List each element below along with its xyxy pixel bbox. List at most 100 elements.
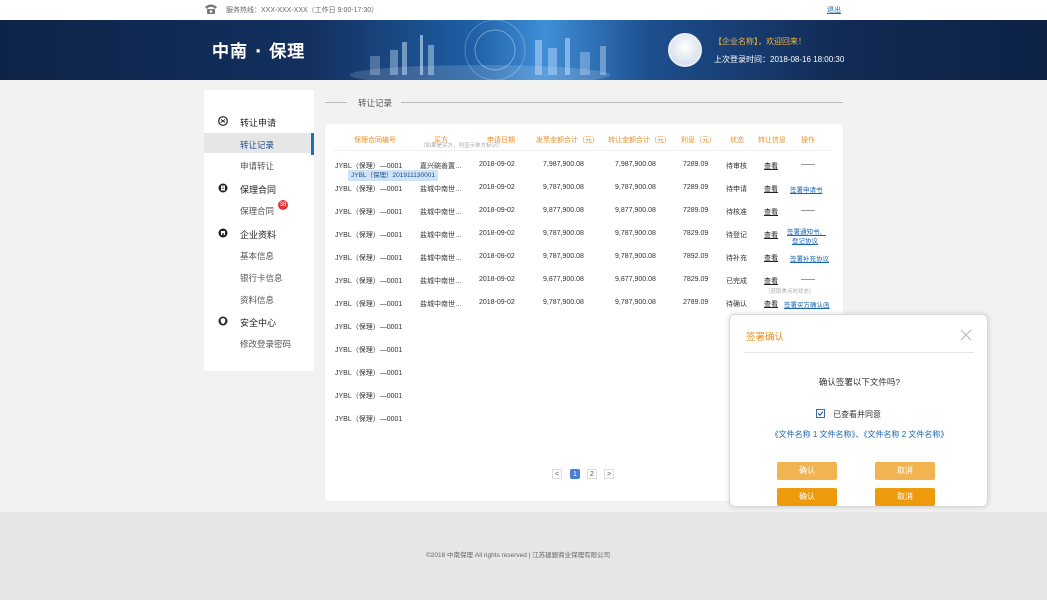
column-header-action: 操作: [801, 137, 815, 144]
pagination-page-1[interactable]: 1: [570, 469, 580, 479]
cell-interest: 7289.09: [683, 207, 709, 214]
pagination-next-button[interactable]: >: [604, 469, 614, 479]
last-login-time: 上次登录时间：2018-08-16 18:00:30: [714, 55, 845, 64]
column-header-interest: 利息（元）: [681, 137, 716, 144]
brand-logo[interactable]: 中南 · 保理: [212, 37, 305, 62]
page-title: 转让记录: [358, 98, 393, 108]
view-link[interactable]: 查看: [764, 230, 778, 240]
cell-invoice-total: 9,877,900.08: [543, 207, 584, 214]
column-header-status: 状态: [730, 137, 744, 144]
view-link[interactable]: 查看: [764, 207, 778, 217]
cell-invoice-total: 9,877,900.08: [543, 276, 584, 283]
cell-interest: 7289.09: [683, 161, 709, 168]
cell-status: 待核准: [726, 209, 747, 216]
cell-transfer-total: 9,787,900.08: [615, 253, 656, 260]
cell-status: 待登记: [726, 232, 747, 239]
cell-contract-id: JYBL（保理）—0001: [335, 301, 403, 308]
section-title: 转让记录: [325, 97, 843, 109]
cell-buyer: 盐城中南世…: [420, 255, 462, 262]
pagination-prev-button[interactable]: <: [552, 469, 562, 479]
cell-contract-id: JYBL（保理）—0001: [335, 255, 403, 262]
confirm-button[interactable]: 确认: [777, 488, 837, 506]
cell-invoice-total: 7,987,900.08: [543, 161, 584, 168]
action-link[interactable]: 签署申请书: [790, 184, 823, 194]
sidebar-item-factoring-contract[interactable]: 保理合同 38: [204, 199, 314, 219]
footer-copyright: ©2018 中南保理 All rights reserved | 江苏建銀商业保…: [426, 552, 611, 559]
contract-id-tooltip: JYBL（保理）201911130001: [348, 170, 438, 181]
cancel-button-hover[interactable]: 取消: [875, 462, 935, 480]
sidebar-item-bank-card[interactable]: 银行卡信息: [204, 266, 314, 286]
action-link: ——: [801, 161, 815, 168]
action-link-secondary[interactable]: 登记协议: [792, 235, 818, 245]
sidebar-group-transfer[interactable]: 转让申请: [204, 112, 314, 130]
cell-buyer: 盐城中南世…: [420, 209, 462, 216]
column-header-contract-id: 保理合同编号: [354, 137, 396, 144]
cell-status: 待申请: [726, 186, 747, 193]
view-link[interactable]: 查看: [764, 184, 778, 194]
pagination-page-2[interactable]: 2: [587, 469, 597, 479]
agree-checkbox-label: 已查看并同意: [833, 410, 881, 419]
logout-link[interactable]: 退出: [827, 5, 841, 15]
dialog-title: 签署确认: [746, 332, 785, 343]
cell-invoice-total: 9,787,900.08: [543, 230, 584, 237]
action-link[interactable]: 签署补充协议: [790, 253, 829, 263]
sidebar-group-security[interactable]: 安全中心: [204, 312, 314, 330]
sidebar-group-contract[interactable]: 保理合同: [204, 179, 314, 197]
sidebar-item-documents[interactable]: 资料信息: [204, 288, 314, 308]
cell-contract-id: JYBL（保理）—0001: [335, 232, 403, 239]
service-hotline: 服务热线：XXX-XXX-XXX（工作日 9:00-17:30）: [226, 7, 379, 14]
cell-buyer: 盐城中南世…: [420, 301, 462, 308]
contract-icon: [218, 183, 228, 193]
cell-apply-date: 2018-09-02: [479, 299, 515, 306]
action-link[interactable]: 签署买方确认函: [784, 299, 830, 309]
cell-apply-date: 2018-09-02: [479, 184, 515, 191]
cell-invoice-total: 9,787,900.08: [543, 253, 584, 260]
cell-contract-id: JYBL（保理）—0001: [335, 324, 403, 331]
cell-contract-id: JYBL（保理）—0001: [335, 278, 403, 285]
sign-confirm-dialog: 签署确认 确认签署以下文件吗? 已查看并同意 《文件名称 1 文件名称》、《文件…: [729, 314, 988, 507]
cell-apply-date: 2018-09-02: [479, 207, 515, 214]
confirm-button-hover[interactable]: 确认: [777, 462, 837, 480]
sidebar-item-basic-info[interactable]: 基本信息: [204, 244, 314, 264]
cell-invoice-total: 9,787,900.08: [543, 184, 584, 191]
transfer-icon: [218, 116, 228, 126]
column-header-transfer-info: 转让信息: [758, 137, 786, 144]
cell-transfer-total: 9,787,900.08: [615, 299, 656, 306]
contract-count-badge: 38: [278, 200, 288, 210]
column-header-invoice-total: 发票金额合计（元）: [536, 137, 599, 144]
sidebar-item-change-password[interactable]: 修改登录密码: [204, 332, 314, 352]
dialog-question: 确认签署以下文件吗?: [818, 377, 901, 387]
cell-invoice-total: 9,787,900.08: [543, 299, 584, 306]
sidebar: 转让申请 转让记录 申请转让 保理合同 保理合同 38 企业资料 基本信息 银行…: [204, 90, 314, 371]
cell-apply-date: 2018-09-02: [479, 230, 515, 237]
cell-apply-date: 2018-09-02: [479, 276, 515, 283]
cell-transfer-total: 9,787,900.08: [615, 184, 656, 191]
cell-buyer: 盐城中南世…: [420, 278, 462, 285]
view-link[interactable]: 查看: [764, 299, 778, 309]
cell-transfer-total: 9,877,900.08: [615, 207, 656, 214]
column-header-transfer-total: 转让金额合计（元）: [608, 137, 671, 144]
cell-buyer: 盐城中南世…: [420, 232, 462, 239]
cell-status: 待补充: [726, 255, 747, 262]
view-link[interactable]: 查看: [764, 161, 778, 171]
cell-apply-date: 2018-09-02: [479, 253, 515, 260]
cancel-button[interactable]: 取消: [875, 488, 935, 506]
cell-transfer-total: 7,987,900.08: [615, 161, 656, 168]
sidebar-group-company[interactable]: 企业资料: [204, 224, 314, 242]
agree-checkbox[interactable]: [816, 409, 825, 418]
view-link[interactable]: 查看: [764, 253, 778, 263]
cell-transfer-total: 9,877,900.08: [615, 276, 656, 283]
user-avatar[interactable]: [668, 33, 702, 67]
document-links[interactable]: 《文件名称 1 文件名称》、《文件名称 2 文件名称》: [730, 429, 989, 440]
cell-contract-id: JYBL（保理）—0001: [335, 186, 403, 193]
sidebar-item-apply-transfer[interactable]: 申请转让: [204, 154, 314, 174]
cell-interest: 7829.09: [683, 230, 709, 237]
cell-contract-id: JYBL（保理）—0001: [335, 370, 403, 377]
close-icon[interactable]: [960, 329, 972, 341]
action-link: ——: [801, 276, 815, 283]
company-icon: [218, 228, 228, 238]
header-banner: 中南 · 保理 【企业名称】，欢迎回来！ 上次登录时间：2018-08-16 1…: [0, 20, 1047, 80]
view-link[interactable]: 查看: [764, 276, 778, 286]
cell-apply-date: 2018-09-02: [479, 161, 515, 168]
sidebar-item-transfer-records[interactable]: 转让记录: [204, 133, 314, 155]
